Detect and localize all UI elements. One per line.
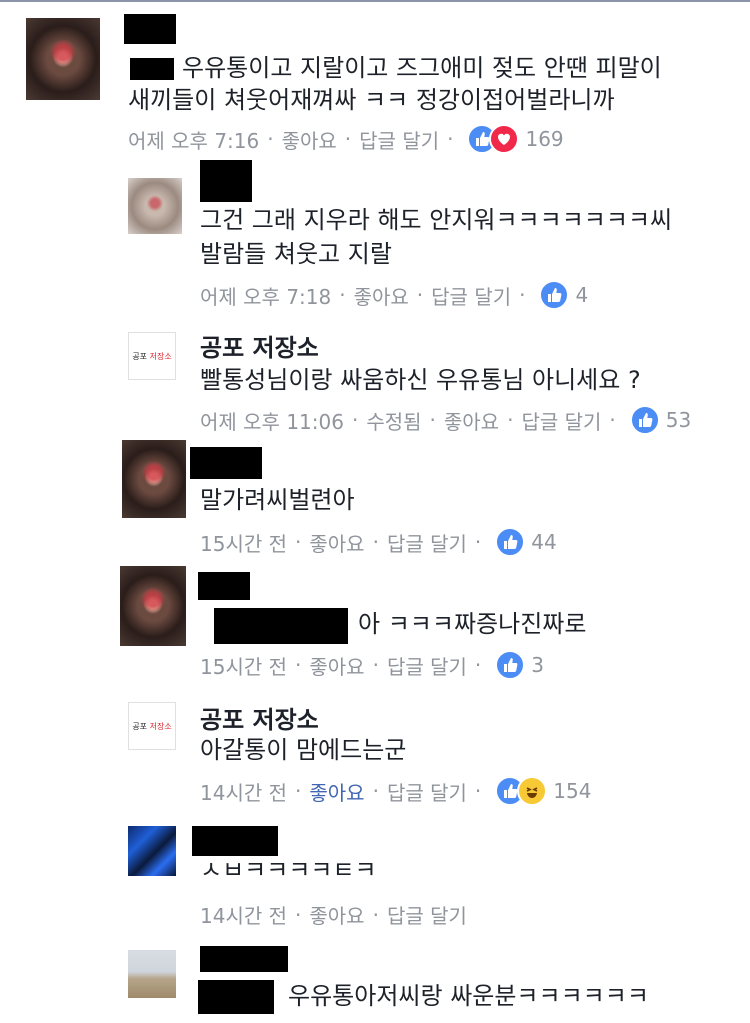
timestamp[interactable]: 14시간 전 [200, 900, 287, 929]
timestamp[interactable]: 어제 오후 7:16 [128, 125, 259, 154]
redacted-mention [214, 608, 348, 644]
timestamp[interactable]: 어제 오후 11:06 [200, 406, 344, 435]
reaction-count: 53 [665, 408, 692, 432]
comment-text-line2: 발람들 쳐웃고 지랄 [200, 240, 392, 268]
reactions[interactable]: 3 [495, 650, 544, 680]
comment-text-line1: 빨통성님이랑 싸움하신 우유통님 아니세요 ? [200, 366, 641, 394]
redacted-mention [130, 58, 174, 80]
reply-link[interactable]: 답글 달기 [359, 125, 439, 154]
reply-link[interactable]: 답글 달기 [431, 281, 511, 310]
comment-meta: 어제 오후 7:18 · 좋아요 · 답글 달기 · 4 [200, 280, 588, 310]
avatar[interactable]: 공포 저장소 [128, 332, 176, 380]
reaction-count: 154 [553, 779, 592, 803]
comment-meta: 14시간 전 · 좋아요 · 답글 달기 · 154 [200, 776, 591, 806]
avatar[interactable] [120, 566, 186, 646]
brand-logo-text-red: 저장소 [149, 351, 172, 361]
reaction-count: 4 [575, 283, 589, 307]
comment-meta: 어제 오후 7:16 · 좋아요 · 답글 달기 · 169 [128, 124, 564, 154]
comment-text-line1: 그건 그래 지우라 해도 안지워ㅋㅋㅋㅋㅋㅋㅋ씨 [200, 206, 673, 234]
comment-text-line1: 말가려씨벌련아 [200, 486, 355, 514]
comment-text-line1: 우유통아저씨랑 싸운분ㅋㅋㅋㅋㅋㅋ [288, 982, 649, 1010]
reaction-count: 169 [525, 127, 564, 151]
reactions[interactable]: 53 [629, 405, 692, 435]
reactions[interactable]: 44 [495, 527, 557, 557]
brand-logo-text-red: 저장소 [149, 721, 172, 731]
redacted-mention [198, 980, 274, 1014]
brand-logo-text: 공포 [132, 351, 148, 361]
reply-link[interactable]: 답글 달기 [387, 900, 467, 929]
avatar[interactable] [128, 178, 182, 234]
comment-meta: 15시간 전 · 좋아요 · 답글 달기 · 44 [200, 527, 557, 557]
like-link-active[interactable]: 좋아요 [309, 777, 364, 806]
comment-text-line1: 아 ㅋㅋㅋ짜증나진짜로 [358, 610, 587, 638]
like-link[interactable]: 좋아요 [309, 900, 364, 929]
like-link[interactable]: 좋아요 [309, 651, 364, 680]
timestamp[interactable]: 15시간 전 [200, 528, 287, 557]
redacted-name [200, 946, 288, 972]
like-link[interactable]: 좋아요 [282, 125, 337, 154]
avatar[interactable] [128, 826, 176, 876]
reply-link[interactable]: 답글 달기 [521, 406, 601, 435]
reaction-count: 3 [531, 653, 544, 677]
comment-meta: 어제 오후 11:06 · 수정됨 · 좋아요 · 답글 달기 · 53 [200, 405, 691, 435]
like-link[interactable]: 좋아요 [309, 528, 364, 557]
like-reaction-icon [495, 527, 526, 557]
reply-link[interactable]: 답글 달기 [387, 777, 467, 806]
edited-label[interactable]: 수정됨 [366, 406, 421, 435]
like-reaction-icon [629, 405, 660, 435]
reactions[interactable]: 4 [539, 280, 588, 310]
haha-reaction-icon [517, 776, 548, 806]
like-link[interactable]: 좋아요 [444, 406, 499, 435]
brand-logo-text: 공포 [132, 721, 148, 731]
top-divider [0, 0, 750, 2]
comment-meta: 14시간 전 · 좋아요 · 답글 달기 [200, 900, 467, 929]
reaction-count: 44 [531, 530, 557, 554]
like-reaction-icon [539, 280, 570, 310]
avatar[interactable] [122, 440, 186, 518]
timestamp[interactable]: 15시간 전 [200, 651, 287, 680]
avatar[interactable] [26, 18, 100, 100]
reactions[interactable]: 169 [467, 124, 564, 154]
reply-link[interactable]: 답글 달기 [387, 651, 467, 680]
like-link[interactable]: 좋아요 [354, 281, 409, 310]
like-reaction-icon [495, 650, 526, 680]
comment-text-line1: 우유통이고 지랄이고 즈그애미 젖도 안땐 피말이 [182, 54, 662, 82]
redacted-name [124, 14, 176, 44]
avatar[interactable]: 공포 저장소 [128, 702, 176, 750]
author-name[interactable]: 공포 저장소 [200, 328, 319, 363]
timestamp[interactable]: 어제 오후 7:18 [200, 281, 331, 310]
reply-link[interactable]: 답글 달기 [387, 528, 467, 557]
comment-text-line2: 새끼들이 쳐웃어재껴싸 ㅋㅋ 정강이접어벌라니까 [128, 86, 615, 114]
comment-meta: 15시간 전 · 좋아요 · 답글 달기 · 3 [200, 650, 544, 680]
timestamp[interactable]: 14시간 전 [200, 777, 287, 806]
avatar[interactable] [128, 950, 176, 998]
love-reaction-icon [489, 124, 520, 154]
redacted-name [200, 160, 252, 202]
reactions[interactable]: 154 [495, 776, 591, 806]
comment-text-line1: 아갈통이 맘에드는군 [200, 736, 407, 764]
author-name[interactable]: 공포 저장소 [200, 700, 319, 735]
redacted-name [190, 447, 262, 479]
redacted-name [198, 572, 250, 600]
comment-text-line1: ㅅㅂㅋㅋㅋㅋㅌㅋ [200, 856, 377, 878]
